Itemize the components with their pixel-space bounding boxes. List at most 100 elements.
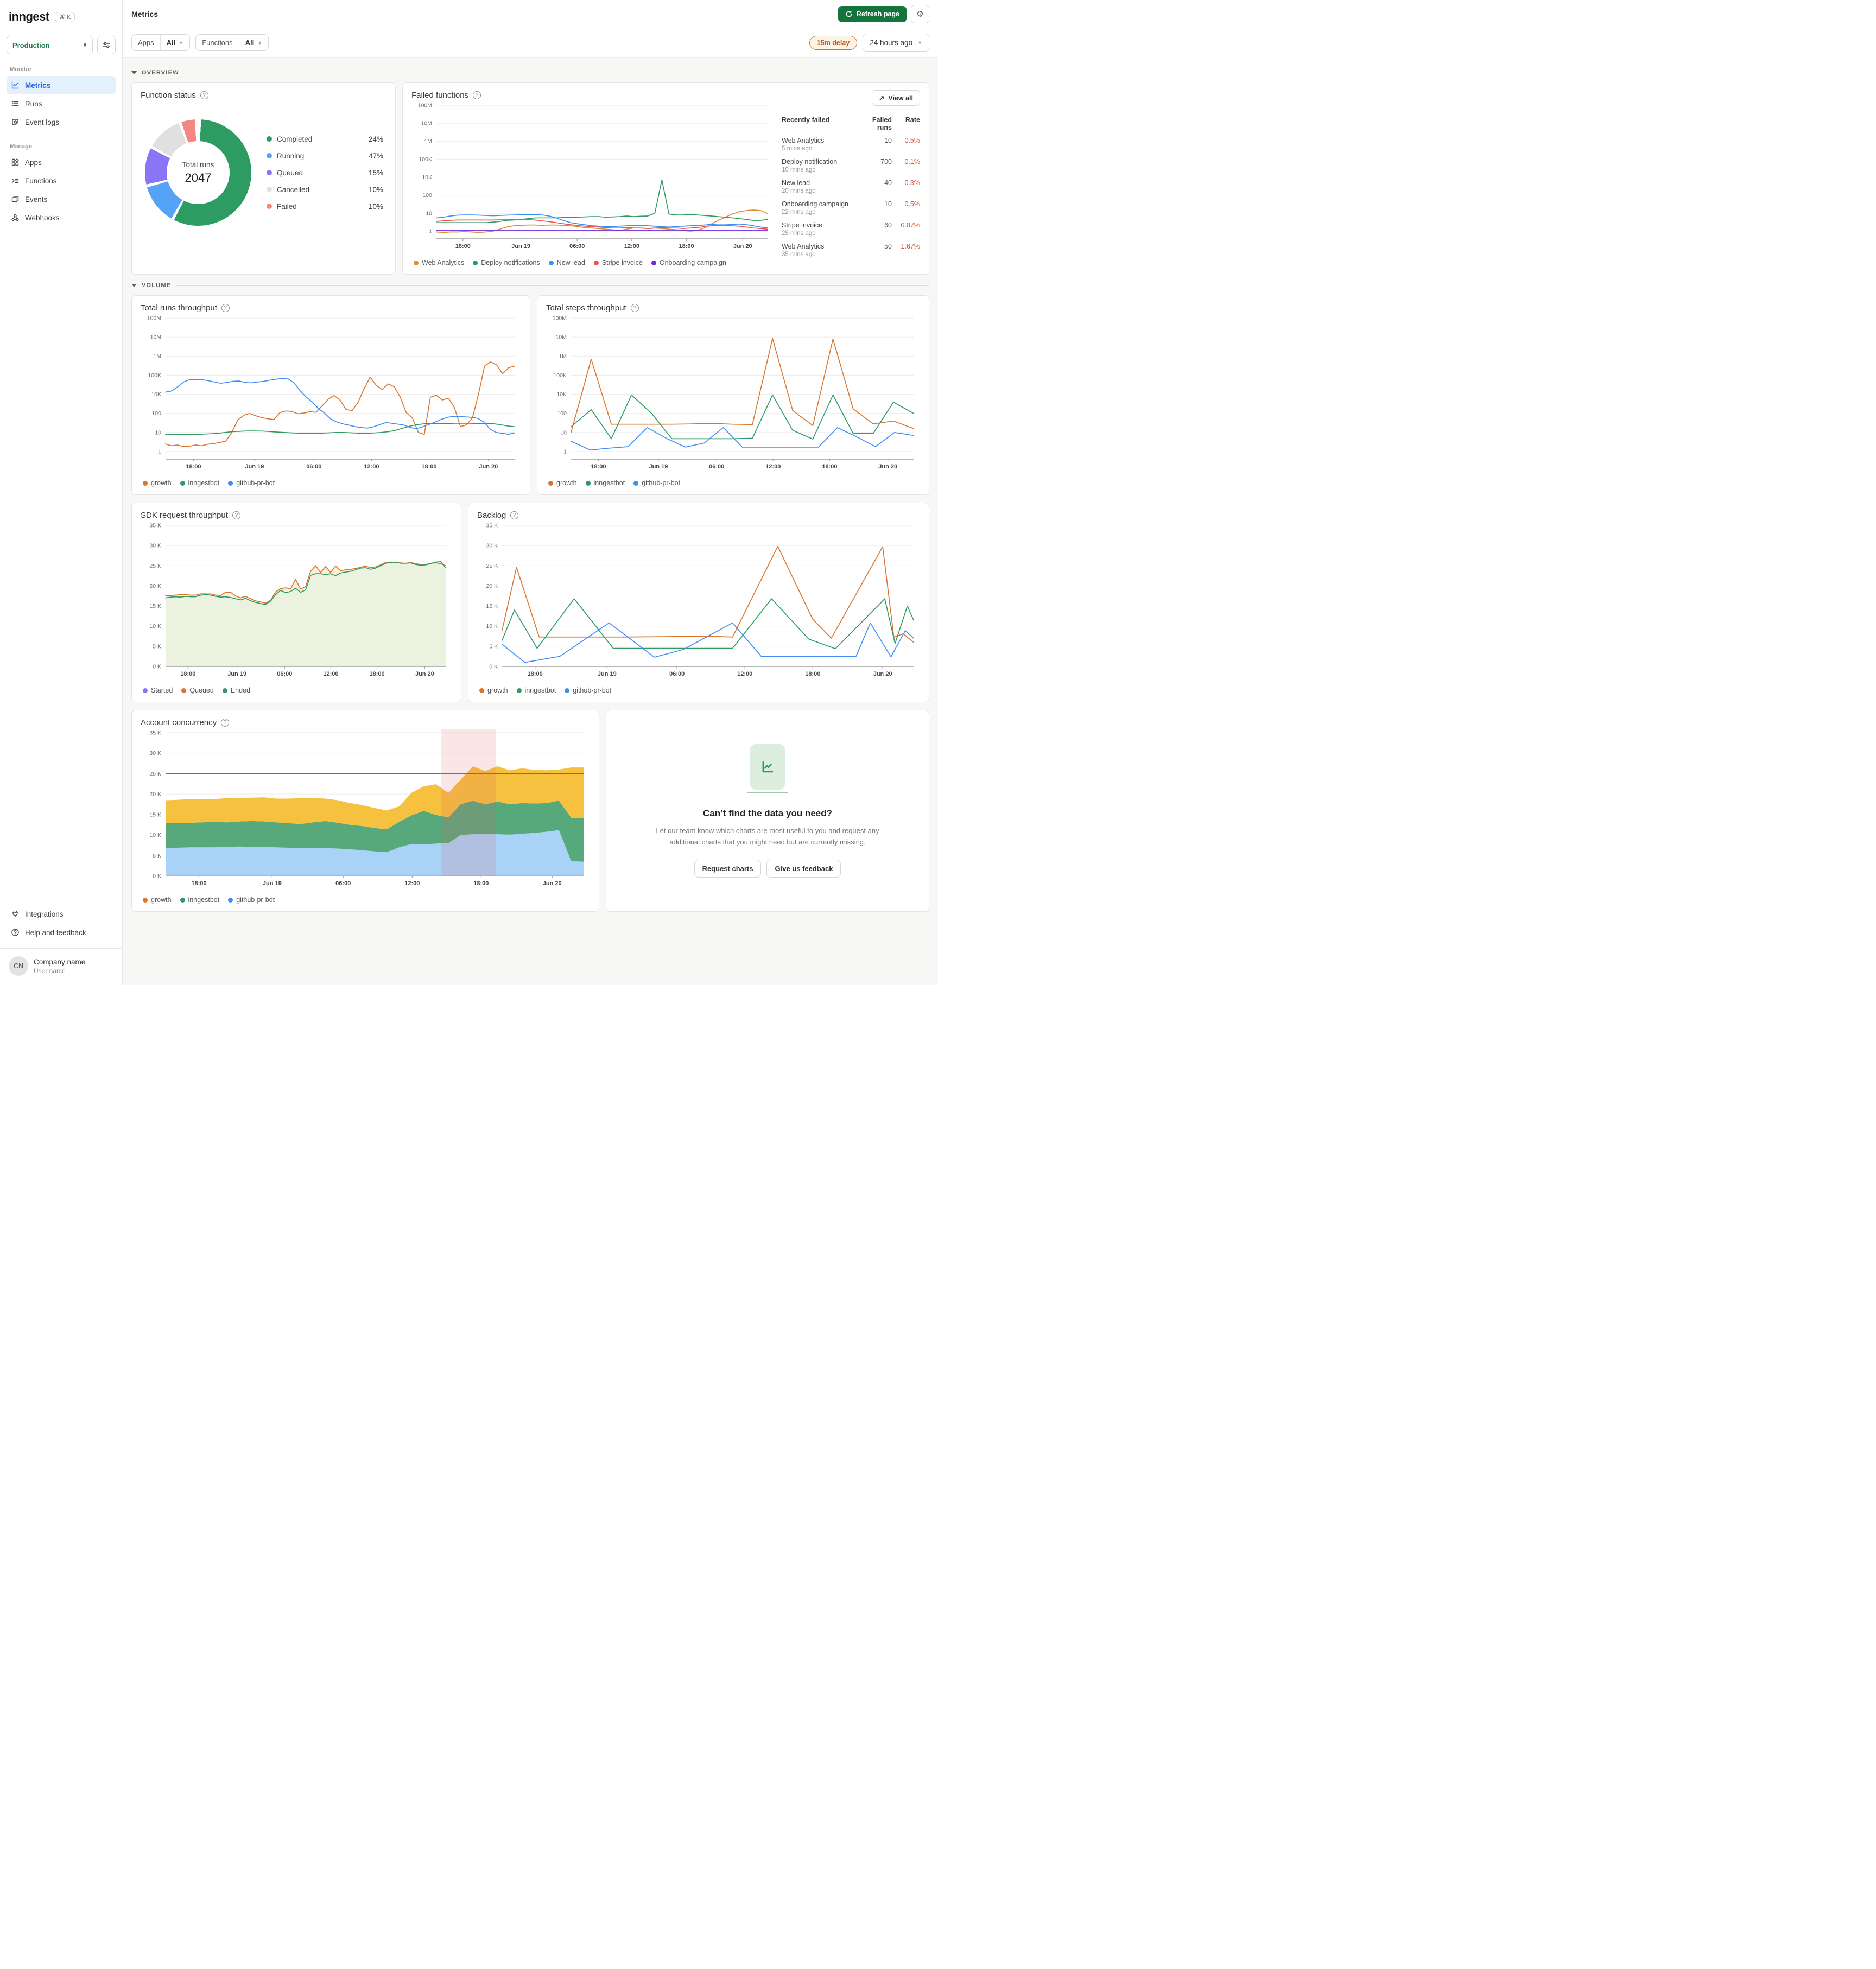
svg-text:12:00: 12:00 — [404, 880, 420, 887]
refresh-icon — [846, 10, 852, 17]
donut-center-label: Total runs — [182, 160, 214, 169]
sidebar: inngest ⌘ K Production ▲ ▼ Monitor Metric… — [0, 0, 123, 984]
legend-item: growth — [143, 479, 172, 487]
svg-text:100M: 100M — [147, 315, 161, 322]
apps-filter-value: All — [166, 39, 176, 47]
filter-bar: Apps All ▼ Functions All ▼ 15m delay 24 ho… — [123, 28, 938, 58]
sidebar-item-integrations[interactable]: Integrations — [7, 905, 116, 923]
svg-text:Jun 19: Jun 19 — [245, 463, 264, 470]
svg-text:06:00: 06:00 — [709, 463, 724, 470]
sidebar-item-events[interactable]: Events — [7, 190, 116, 208]
help-circle-icon[interactable] — [221, 719, 230, 727]
help-circle-icon[interactable] — [630, 304, 639, 312]
monitor-section-label: Monitor — [10, 66, 32, 73]
help-circle-icon[interactable] — [232, 511, 240, 519]
svg-text:5 K: 5 K — [153, 853, 161, 859]
help-circle-icon[interactable] — [200, 91, 208, 99]
delay-badge: 15m delay — [809, 35, 858, 50]
sidebar-item-event-logs[interactable]: Event logs — [7, 113, 116, 131]
help-circle-icon[interactable] — [510, 511, 519, 519]
apps-filter[interactable]: Apps All ▼ — [131, 34, 191, 51]
card-title: Backlog — [477, 511, 506, 520]
collapse-triangle-icon — [131, 284, 137, 287]
volume-section-header[interactable]: VOLUME — [131, 282, 929, 289]
svg-text:35 K: 35 K — [149, 523, 161, 529]
sidebar-item-metrics[interactable]: Metrics — [7, 76, 116, 94]
sidebar-item-help[interactable]: Help and feedback — [7, 923, 116, 942]
card-title: Function status — [141, 91, 196, 100]
legend-item: Failed 10% — [267, 198, 383, 215]
sidebar-item-functions[interactable]: Functions — [7, 172, 116, 190]
table-row[interactable]: Web Analytics 5 mins ago 10 0.5% — [782, 137, 920, 152]
svg-text:18:00: 18:00 — [528, 671, 543, 677]
legend-item: github-pr-bot — [565, 687, 611, 694]
legend-item: growth — [479, 687, 508, 694]
svg-text:Jun 20: Jun 20 — [878, 463, 897, 470]
svg-text:10: 10 — [155, 429, 161, 436]
svg-text:1: 1 — [563, 449, 567, 455]
svg-text:0 K: 0 K — [153, 664, 161, 670]
table-row[interactable]: Deploy notification 10 mins ago 700 0.1% — [782, 158, 920, 173]
svg-text:0 K: 0 K — [153, 873, 161, 880]
svg-text:18:00: 18:00 — [421, 463, 436, 470]
chevron-down-icon: ▼ — [179, 40, 184, 46]
inngest-logo: inngest — [9, 10, 49, 23]
main-panel: Metrics Refresh page ⚙ Apps All ▼ Functio… — [123, 0, 938, 984]
table-row[interactable]: Onboarding campaign 22 mins ago 10 0.5% — [782, 200, 920, 215]
account-concurrency-card: Account concurrency 0 K 5 K 10 K 15 K 20 K 25… — [131, 710, 599, 912]
legend-item: inngestbot — [516, 687, 556, 694]
legend-item: Queued — [181, 687, 214, 694]
svg-text:15 K: 15 K — [149, 811, 161, 818]
account-menu[interactable]: CN Company name User name — [7, 955, 116, 977]
sidebar-item-label: Runs — [25, 99, 42, 108]
company-name: Company name — [34, 957, 86, 966]
refresh-page-button[interactable]: Refresh page — [838, 5, 907, 22]
command-k-badge[interactable]: ⌘ K — [54, 11, 75, 22]
table-row[interactable]: New lead 20 mins ago 40 0.3% — [782, 179, 920, 194]
svg-text:18:00: 18:00 — [370, 671, 385, 677]
apps-grid-icon — [11, 158, 19, 166]
svg-text:18:00: 18:00 — [455, 243, 471, 250]
svg-text:18:00: 18:00 — [473, 880, 489, 887]
sdk-request-throughput-card: SDK request throughput 0 K 5 K 10 K 15 K 20 … — [131, 503, 461, 702]
sidebar-item-label: Integrations — [25, 910, 64, 918]
sidebar-item-runs[interactable]: Runs — [7, 94, 116, 113]
help-circle-icon[interactable] — [221, 304, 230, 312]
environment-select[interactable]: Production ▲ ▼ — [7, 36, 93, 54]
svg-text:10K: 10K — [151, 391, 161, 398]
functions-filter[interactable]: Functions All ▼ — [195, 34, 269, 51]
give-feedback-button[interactable]: Give us feedback — [766, 859, 841, 878]
help-circle-icon[interactable] — [473, 91, 481, 99]
svg-text:10M: 10M — [556, 334, 567, 341]
svg-text:Jun 20: Jun 20 — [479, 463, 498, 470]
collapse-triangle-icon — [131, 71, 137, 74]
env-filter-button[interactable] — [97, 36, 116, 54]
card-title: SDK request throughput — [141, 511, 228, 520]
table-row[interactable]: Web Analytics 35 mins ago 50 1.67% — [782, 243, 920, 258]
gear-icon: ⚙ — [916, 9, 924, 19]
svg-text:10K: 10K — [556, 391, 567, 398]
svg-text:10 K: 10 K — [149, 623, 161, 630]
avatar: CN — [9, 956, 28, 976]
svg-text:12:00: 12:00 — [737, 671, 752, 677]
legend-item: inngestbot — [585, 479, 625, 487]
total-steps-throughput-card: Total steps throughput 1 10 100 10K 100K 1M 10… — [537, 295, 929, 495]
sidebar-item-webhooks[interactable]: Webhooks — [7, 208, 116, 227]
svg-text:1M: 1M — [153, 353, 161, 360]
legend-item: Ended — [222, 687, 250, 694]
function-status-card: Function status Total runs 2047 Complete… — [131, 82, 396, 275]
svg-text:12:00: 12:00 — [323, 671, 338, 677]
table-row[interactable]: Stripe invoice 25 mins ago 60 0.07% — [782, 221, 920, 237]
view-all-button[interactable]: ↗ View all — [871, 90, 920, 106]
backlog-chart: 0 K 5 K 10 K 15 K 20 K 25 K 30 K 35 K 18:00 Jun 1… — [477, 520, 920, 683]
settings-button[interactable]: ⚙ — [911, 4, 929, 23]
request-charts-button[interactable]: Request charts — [694, 859, 762, 878]
events-windows-icon — [11, 196, 19, 202]
legend-item: inngestbot — [180, 896, 219, 904]
card-title: Failed functions — [411, 91, 469, 100]
overview-section-header[interactable]: OVERVIEW — [131, 69, 929, 76]
sidebar-item-apps[interactable]: Apps — [7, 153, 116, 172]
time-range-select[interactable]: 24 hours ago ▼ — [863, 34, 929, 52]
failed-functions-card: Failed functions ↗View all 1 10 100 10K 100K… — [402, 82, 929, 275]
topbar: Metrics Refresh page ⚙ — [123, 0, 938, 28]
